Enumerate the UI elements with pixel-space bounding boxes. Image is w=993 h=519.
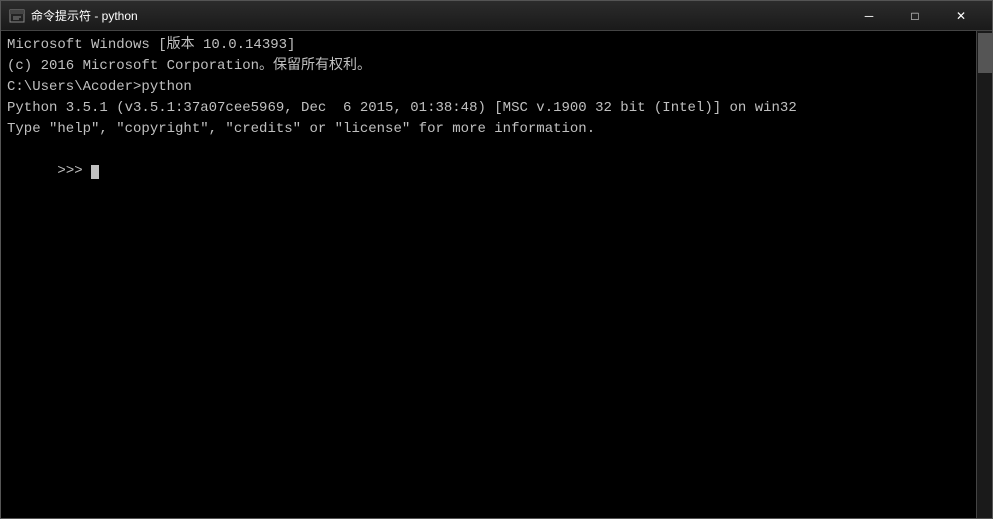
console-line-5: Python 3.5.1 (v3.5.1:37a07cee5969, Dec 6… [7,98,986,119]
maximize-button[interactable]: □ [892,1,938,31]
console-output[interactable]: Microsoft Windows [版本 10.0.14393] (c) 20… [1,31,992,518]
minimize-button[interactable]: ─ [846,1,892,31]
scrollbar[interactable] [976,31,992,518]
console-line-2: (c) 2016 Microsoft Corporation。保留所有权利。 [7,56,986,77]
console-line-7: >>> [7,140,986,203]
console-line-6: Type "help", "copyright", "credits" or "… [7,119,986,140]
title-bar: 命令提示符 - python ─ □ ✕ [1,1,992,31]
cursor [91,165,99,179]
window-title: 命令提示符 - python [31,7,846,24]
scrollbar-thumb[interactable] [978,33,992,73]
close-button[interactable]: ✕ [938,1,984,31]
window-controls: ─ □ ✕ [846,1,984,31]
console-line-1: Microsoft Windows [版本 10.0.14393] [7,35,986,56]
window-icon [9,8,25,24]
console-line-4: C:\Users\Acoder>python [7,77,986,98]
cmd-window: 命令提示符 - python ─ □ ✕ Microsoft Windows [… [0,0,993,519]
